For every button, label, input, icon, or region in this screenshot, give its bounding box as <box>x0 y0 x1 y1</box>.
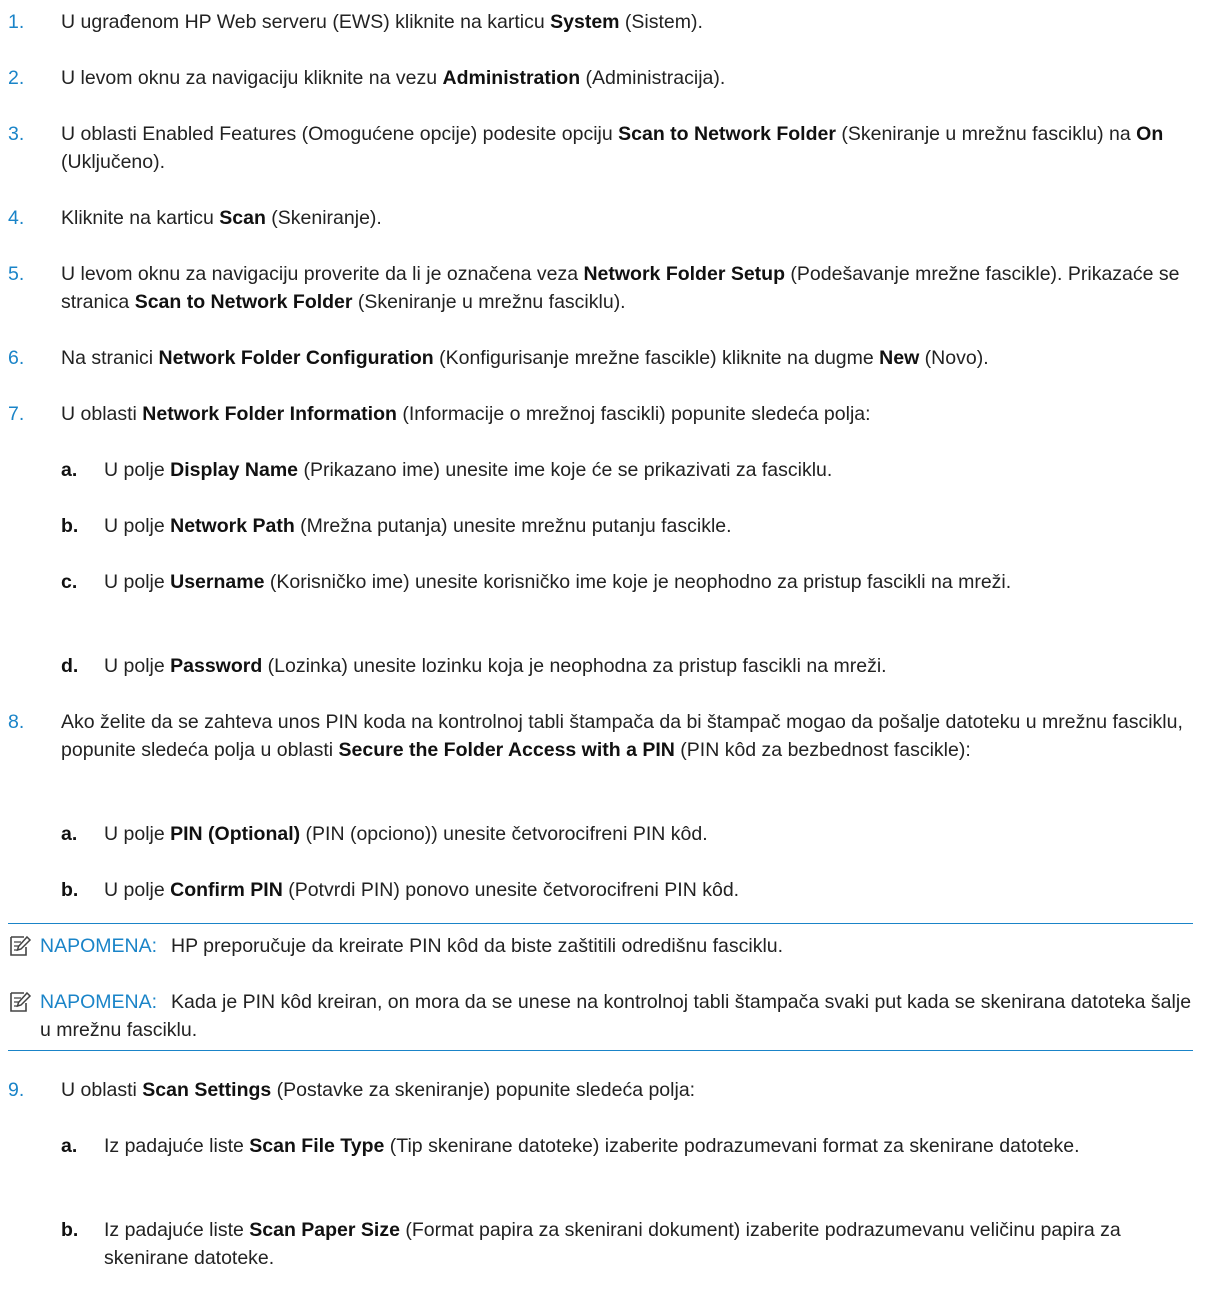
step-number: 2. <box>8 67 25 89</box>
step-text: U oblasti Scan Settings (Postavke za ske… <box>61 1079 696 1101</box>
step-number: 4. <box>8 207 25 229</box>
step-text: U ugrađenom HP Web serveru (EWS) kliknit… <box>61 11 703 33</box>
step-9: 9. U oblasti Scan Settings (Postavke za … <box>8 1076 1193 1104</box>
substep-9b: b. Iz padajuće liste Scan Paper Size (Fo… <box>61 1216 1181 1272</box>
step-number: 8. <box>8 711 25 733</box>
step-number: 5. <box>8 263 25 285</box>
note-1: NAPOMENA: HP preporučuje da kreirate PIN… <box>8 932 1193 960</box>
substep-text: Iz padajuće liste Scan Paper Size (Forma… <box>104 1219 1121 1269</box>
substep-7c: c. U polje Username (Korisničko ime) une… <box>61 568 1181 596</box>
note-2: NAPOMENA: Kada je PIN kôd kreiran, on mor… <box>8 988 1193 1044</box>
step-text: U oblasti Enabled Features (Omogućene op… <box>61 123 1164 173</box>
step-number: 3. <box>8 123 25 145</box>
step-number: 7. <box>8 403 25 425</box>
step-8: 8. Ako želite da se zahteva unos PIN kod… <box>8 708 1193 764</box>
substep-letter: a. <box>61 823 78 845</box>
note-pencil-icon <box>8 932 40 960</box>
step-number: 1. <box>8 11 25 33</box>
substep-letter: b. <box>61 515 79 537</box>
step-text: U levom oknu za navigaciju kliknite na v… <box>61 67 726 89</box>
substep-text: U polje Display Name (Prikazano ime) une… <box>104 459 833 481</box>
note-top-rule <box>8 923 1193 924</box>
step-6: 6. Na stranici Network Folder Configurat… <box>8 344 1193 372</box>
step-number: 9. <box>8 1079 25 1101</box>
step-text: Kliknite na karticu Scan (Skeniranje). <box>61 207 382 229</box>
substep-text: U polje Confirm PIN (Potvrdi PIN) ponovo… <box>104 879 740 901</box>
substep-7b: b. U polje Network Path (Mrežna putanja)… <box>61 512 1181 540</box>
step-5: 5. U levom oknu za navigaciju proverite … <box>8 260 1193 316</box>
step-1: 1. U ugrađenom HP Web serveru (EWS) klik… <box>8 8 1193 36</box>
step-number: 6. <box>8 347 25 369</box>
substep-letter: a. <box>61 1135 78 1157</box>
substep-letter: b. <box>61 1219 79 1241</box>
note-text: Kada je PIN kôd kreiran, on mora da se u… <box>40 991 1192 1041</box>
step-text: Ako želite da se zahteva unos PIN koda n… <box>61 711 1183 761</box>
note-pencil-icon <box>8 988 40 1016</box>
note-label: NAPOMENA: <box>40 991 158 1013</box>
step-text: Na stranici Network Folder Configuration… <box>61 347 989 369</box>
step-text: U oblasti Network Folder Information (In… <box>61 403 871 425</box>
substep-text: U polje Password (Lozinka) unesite lozin… <box>104 655 887 677</box>
note-bottom-rule <box>8 1050 1193 1051</box>
substep-text: U polje Username (Korisničko ime) unesit… <box>104 571 1012 593</box>
substep-letter: a. <box>61 459 78 481</box>
substep-letter: d. <box>61 655 79 677</box>
note-label: NAPOMENA: <box>40 935 158 957</box>
substep-9a: a. Iz padajuće liste Scan File Type (Tip… <box>61 1132 1181 1160</box>
document-page: 1. U ugrađenom HP Web serveru (EWS) klik… <box>0 0 1209 1310</box>
substep-text: U polje Network Path (Mrežna putanja) un… <box>104 515 732 537</box>
substep-8a: a. U polje PIN (Optional) (PIN (opciono)… <box>61 820 1181 848</box>
step-3: 3. U oblasti Enabled Features (Omogućene… <box>8 120 1193 176</box>
step-4: 4. Kliknite na karticu Scan (Skeniranje)… <box>8 204 1193 232</box>
note-content: NAPOMENA: Kada je PIN kôd kreiran, on mor… <box>40 988 1193 1044</box>
substep-text: Iz padajuće liste Scan File Type (Tip sk… <box>104 1135 1080 1157</box>
substep-text: U polje PIN (Optional) (PIN (opciono)) u… <box>104 823 708 845</box>
substep-7d: d. U polje Password (Lozinka) unesite lo… <box>61 652 1181 680</box>
substep-8b: b. U polje Confirm PIN (Potvrdi PIN) pon… <box>61 876 1181 904</box>
substep-7a: a. U polje Display Name (Prikazano ime) … <box>61 456 1181 484</box>
note-text: HP preporučuje da kreirate PIN kôd da bi… <box>171 935 784 957</box>
substep-letter: c. <box>61 571 78 593</box>
step-7: 7. U oblasti Network Folder Information … <box>8 400 1193 428</box>
substep-letter: b. <box>61 879 79 901</box>
step-2: 2. U levom oknu za navigaciju kliknite n… <box>8 64 1193 92</box>
step-text: U levom oknu za navigaciju proverite da … <box>61 263 1180 313</box>
